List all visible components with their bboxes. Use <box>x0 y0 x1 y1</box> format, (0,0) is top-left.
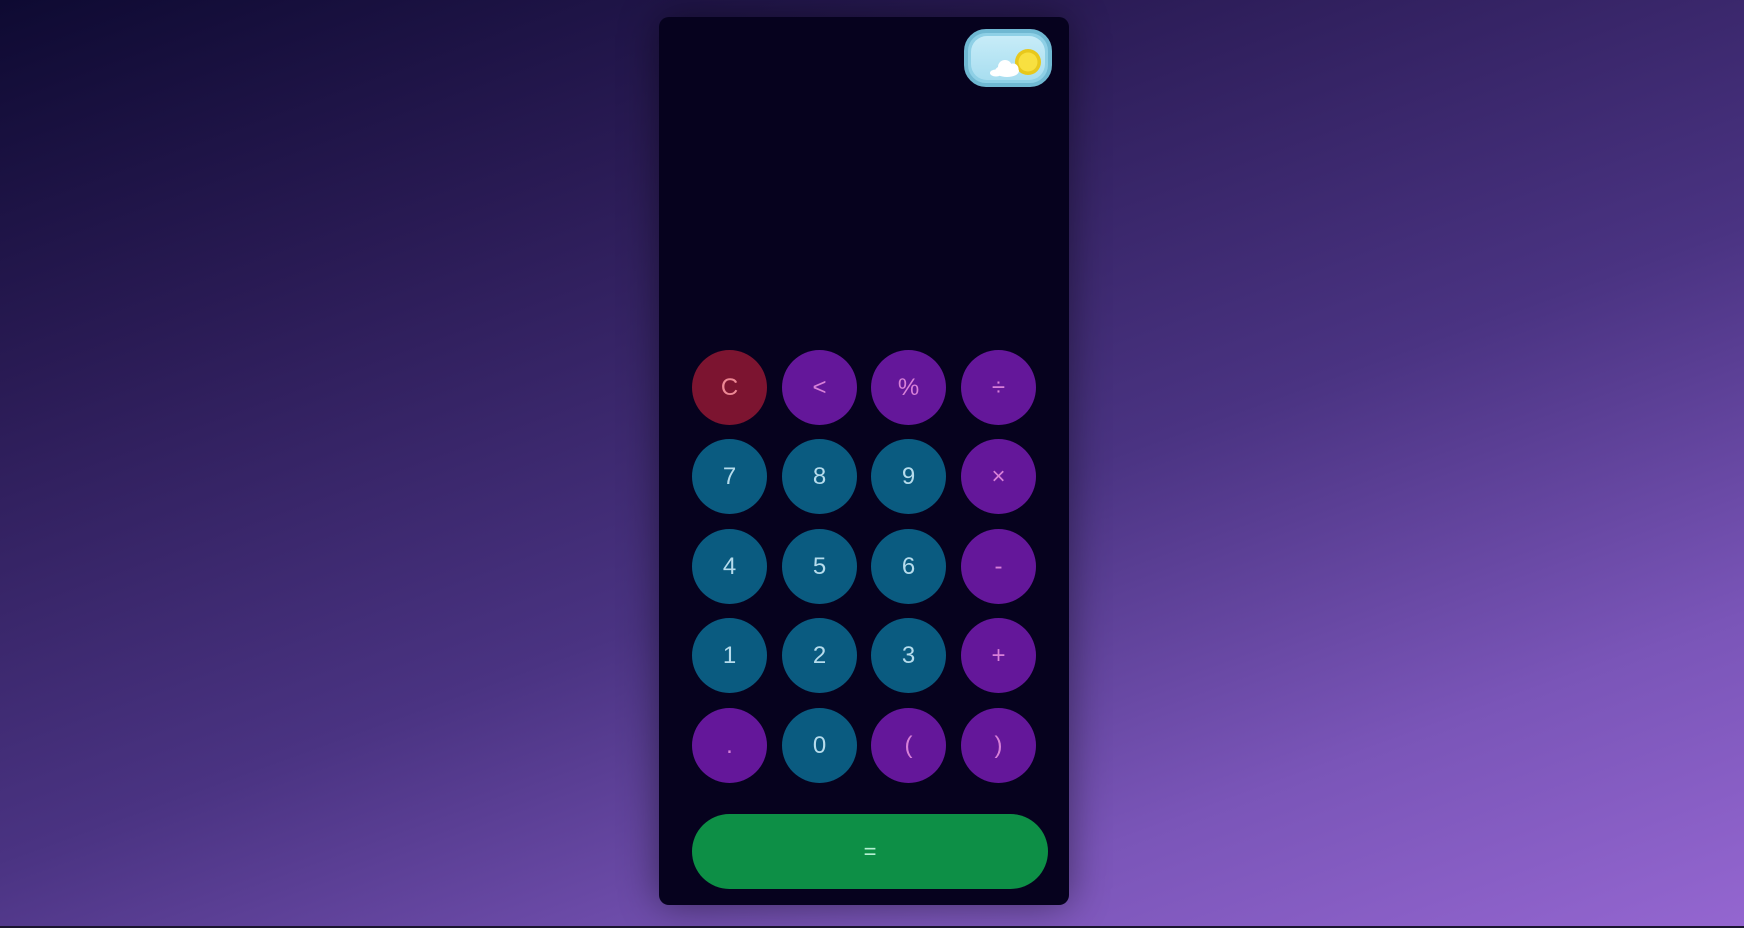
digit-4-button[interactable]: 4 <box>692 529 767 604</box>
sun-cloud-icon <box>990 49 1041 77</box>
clear-button[interactable]: C <box>692 350 767 425</box>
digit-6-button[interactable]: 6 <box>871 529 946 604</box>
open-paren-button[interactable]: ( <box>871 708 946 783</box>
theme-toggle[interactable] <box>964 29 1052 87</box>
digit-0-button[interactable]: 0 <box>782 708 857 783</box>
close-paren-button[interactable]: ) <box>961 708 1036 783</box>
divide-button[interactable]: ÷ <box>961 350 1036 425</box>
digit-5-button[interactable]: 5 <box>782 529 857 604</box>
percent-button[interactable]: % <box>871 350 946 425</box>
digit-9-button[interactable]: 9 <box>871 439 946 514</box>
backspace-button[interactable]: < <box>782 350 857 425</box>
add-button[interactable]: + <box>961 618 1036 693</box>
digit-2-button[interactable]: 2 <box>782 618 857 693</box>
digit-8-button[interactable]: 8 <box>782 439 857 514</box>
decimal-button[interactable]: . <box>692 708 767 783</box>
digit-7-button[interactable]: 7 <box>692 439 767 514</box>
digit-3-button[interactable]: 3 <box>871 618 946 693</box>
subtract-button[interactable]: - <box>961 529 1036 604</box>
calculator-panel: C < % ÷ 7 8 9 × 4 5 6 - 1 2 3 + . 0 ( ) … <box>659 17 1069 905</box>
multiply-button[interactable]: × <box>961 439 1036 514</box>
equals-button[interactable]: = <box>692 814 1048 889</box>
calculator-display <box>679 107 1049 337</box>
digit-1-button[interactable]: 1 <box>692 618 767 693</box>
